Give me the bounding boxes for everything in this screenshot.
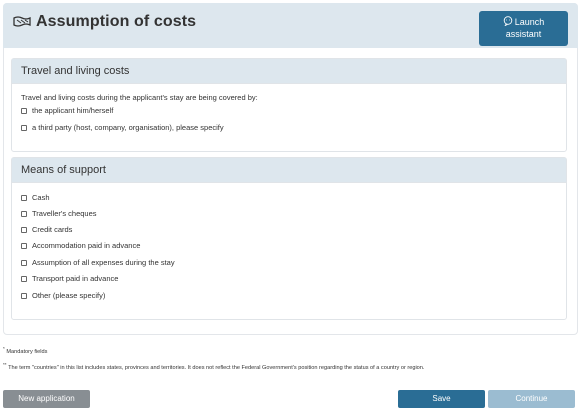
option-label: Cash [32, 193, 50, 202]
checkbox-unchecked-icon[interactable] [21, 242, 27, 249]
checkbox-unchecked-icon[interactable] [21, 226, 27, 233]
travel-costs-intro: Travel and living costs during the appli… [21, 93, 258, 102]
option-label: Other (please specify) [32, 291, 106, 300]
checkbox-unchecked-icon[interactable] [21, 124, 27, 131]
option-label: Transport paid in advance [32, 274, 119, 283]
option-applicant[interactable]: the applicant him/herself [21, 106, 113, 115]
countries-footnote: ** The term "countries" in this list inc… [3, 362, 424, 371]
checkbox-unchecked-icon[interactable] [21, 259, 27, 266]
chat-bubble-icon [503, 16, 512, 26]
option-label: Credit cards [32, 225, 73, 234]
option-credit-cards[interactable]: Credit cards [21, 225, 72, 234]
option-accommodation-paid[interactable]: Accommodation paid in advance [21, 241, 140, 250]
option-label: the applicant him/herself [32, 106, 114, 115]
countries-marker: ** [3, 362, 7, 367]
option-travellers-cheques[interactable]: Traveller's cheques [21, 209, 97, 218]
option-transport-paid[interactable]: Transport paid in advance [21, 274, 118, 283]
new-application-button[interactable]: New application [3, 390, 90, 408]
means-of-support-panel: Means of support Cash Traveller's cheque… [11, 157, 567, 320]
option-other[interactable]: Other (please specify) [21, 291, 105, 300]
checkbox-unchecked-icon[interactable] [21, 275, 27, 282]
option-label: a third party (host, company, organisati… [32, 123, 224, 132]
checkbox-unchecked-icon[interactable] [21, 210, 27, 217]
mandatory-fields-note: * Mandatory fields [3, 346, 47, 355]
title-group: Assumption of costs [12, 13, 196, 31]
save-button[interactable]: Save [398, 390, 485, 408]
launch-assistant-label-line1: Launch [514, 17, 545, 27]
checkbox-unchecked-icon[interactable] [21, 292, 27, 299]
option-all-expenses[interactable]: Assumption of all expenses during the st… [21, 258, 175, 267]
checkbox-unchecked-icon[interactable] [21, 194, 27, 201]
option-label: Accommodation paid in advance [32, 241, 141, 250]
means-of-support-heading: Means of support [12, 158, 566, 183]
launch-assistant-label-line2: assistant [505, 29, 542, 39]
option-label: Traveller's cheques [32, 209, 97, 218]
option-cash[interactable]: Cash [21, 193, 50, 202]
page-header: Assumption of costs Launch assistant [3, 3, 578, 48]
travel-costs-panel: Travel and living costs Travel and livin… [11, 58, 567, 152]
mandatory-marker: * [3, 346, 5, 351]
travel-costs-heading: Travel and living costs [12, 59, 566, 84]
mandatory-text: Mandatory fields [6, 348, 48, 355]
flag-logo-icon [13, 16, 31, 27]
countries-text: The term "countries" in this list includ… [8, 364, 425, 371]
page-title: Assumption of costs [36, 13, 197, 30]
continue-button[interactable]: Continue [488, 390, 575, 408]
option-label: Assumption of all expenses during the st… [32, 258, 175, 267]
launch-assistant-button[interactable]: Launch assistant [479, 11, 568, 46]
option-third-party[interactable]: a third party (host, company, organisati… [21, 123, 224, 132]
checkbox-unchecked-icon[interactable] [21, 107, 27, 114]
